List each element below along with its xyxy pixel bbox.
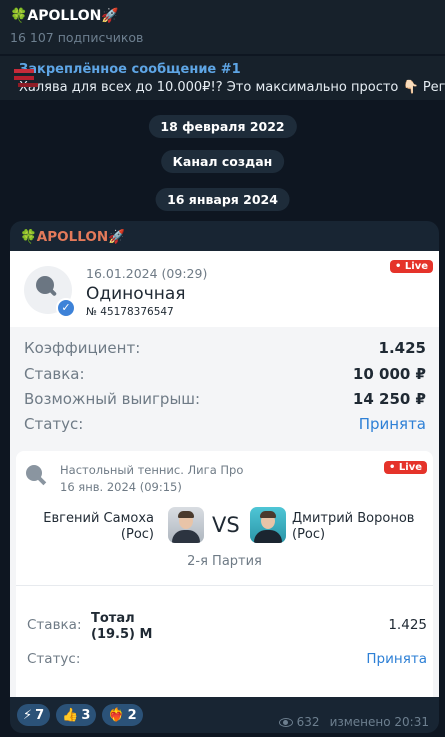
live-badge: • Live (390, 260, 433, 273)
versus-label: VS (212, 513, 240, 537)
event-card: Настольный теннис. Лига Про 16 янв. 2024… (16, 451, 433, 697)
bet-type: Одиночная (86, 284, 186, 304)
edited-time: изменено 20:31 (329, 715, 429, 729)
channel-header[interactable]: 🍀APOLLON🚀 16 107 подписчиков (0, 0, 445, 54)
eye-icon (278, 717, 293, 727)
subscriber-count: 16 107 подписчиков (10, 30, 144, 45)
reaction-count: 3 (81, 707, 91, 723)
market: Тотал (19.5) М (91, 611, 153, 642)
event-league: Настольный теннис. Лига Про (60, 463, 244, 477)
row-label: Возможный выигрыш: (24, 390, 201, 408)
player-home-photo (168, 507, 204, 543)
lightning-icon: ⚡ (23, 707, 33, 723)
row-label: Ставка: (27, 617, 82, 633)
player-home: Евгений Самоха (Рос) (43, 511, 154, 542)
channel-title: 🍀APOLLON🚀 (10, 8, 119, 24)
pinned-title: Закреплённое сообщение #1 (19, 61, 241, 77)
row-value: 1.425 (378, 339, 426, 357)
status-value: Принята (358, 415, 426, 433)
bet-datetime: 16.01.2024 (09:29) (86, 266, 208, 281)
date-separator: 18 февраля 2022 (148, 115, 297, 138)
message-meta: 632 изменено 20:31 (278, 715, 429, 729)
table-tennis-icon: ✓ (24, 266, 76, 318)
bet-card-header: ✓ 16.01.2024 (09:29) Одиночная № 4517837… (10, 251, 439, 327)
table-tennis-icon (26, 465, 48, 487)
date-separator: 16 января 2024 (155, 188, 290, 211)
reaction-count: 2 (127, 707, 137, 723)
thumbs-up-icon: 👍 (62, 707, 79, 723)
bet-screenshot[interactable]: ✓ 16.01.2024 (09:29) Одиночная № 4517837… (10, 251, 439, 697)
message-author[interactable]: 🍀APOLLON🚀 (20, 229, 125, 245)
reaction-thumbs-up[interactable]: 👍 3 (56, 704, 97, 726)
message-text: Заряжаю 10.000₽😔 (20, 682, 155, 697)
pinned-text: Халява для всех до 10.000₽!? Это максима… (19, 79, 445, 95)
player-away: Дмитрий Воронов (Рос) (292, 511, 415, 542)
heart-on-fire-icon: ❤️‍🔥 (108, 707, 125, 723)
row-label: Ставка: (24, 365, 85, 383)
reaction-lightning[interactable]: ⚡ 7 (17, 704, 51, 726)
view-count: 632 (296, 715, 320, 729)
row-value: 14 250 ₽ (352, 390, 426, 408)
odds-value: 1.425 (388, 617, 427, 633)
player-away-photo (250, 507, 286, 543)
check-icon: ✓ (56, 298, 76, 318)
row-label: Статус: (24, 415, 84, 433)
bet-number: № 45178376547 (86, 306, 174, 318)
row-value: 10 000 ₽ (352, 365, 426, 383)
status-value: Принята (366, 651, 427, 667)
event-set: 2-я Партия (187, 554, 262, 569)
message-bubble[interactable]: 🍀APOLLON🚀 ✓ 16.01.2024 (09:29) Одиночная… (10, 221, 439, 733)
channel-created-notice: Канал создан (160, 150, 285, 173)
event-date: 16 янв. 2024 (09:15) (60, 480, 182, 494)
row-label: Статус: (27, 651, 81, 667)
divider (16, 585, 433, 586)
reactions-bar: ⚡ 7 👍 3 ❤️‍🔥 2 (17, 704, 143, 726)
live-badge: • Live (384, 461, 427, 474)
pinned-message-bar[interactable]: Закреплённое сообщение #1 Халява для все… (0, 55, 445, 100)
reaction-count: 7 (35, 707, 45, 723)
row-label: Коэффициент: (24, 339, 141, 357)
reaction-heart-fire[interactable]: ❤️‍🔥 2 (102, 704, 143, 726)
